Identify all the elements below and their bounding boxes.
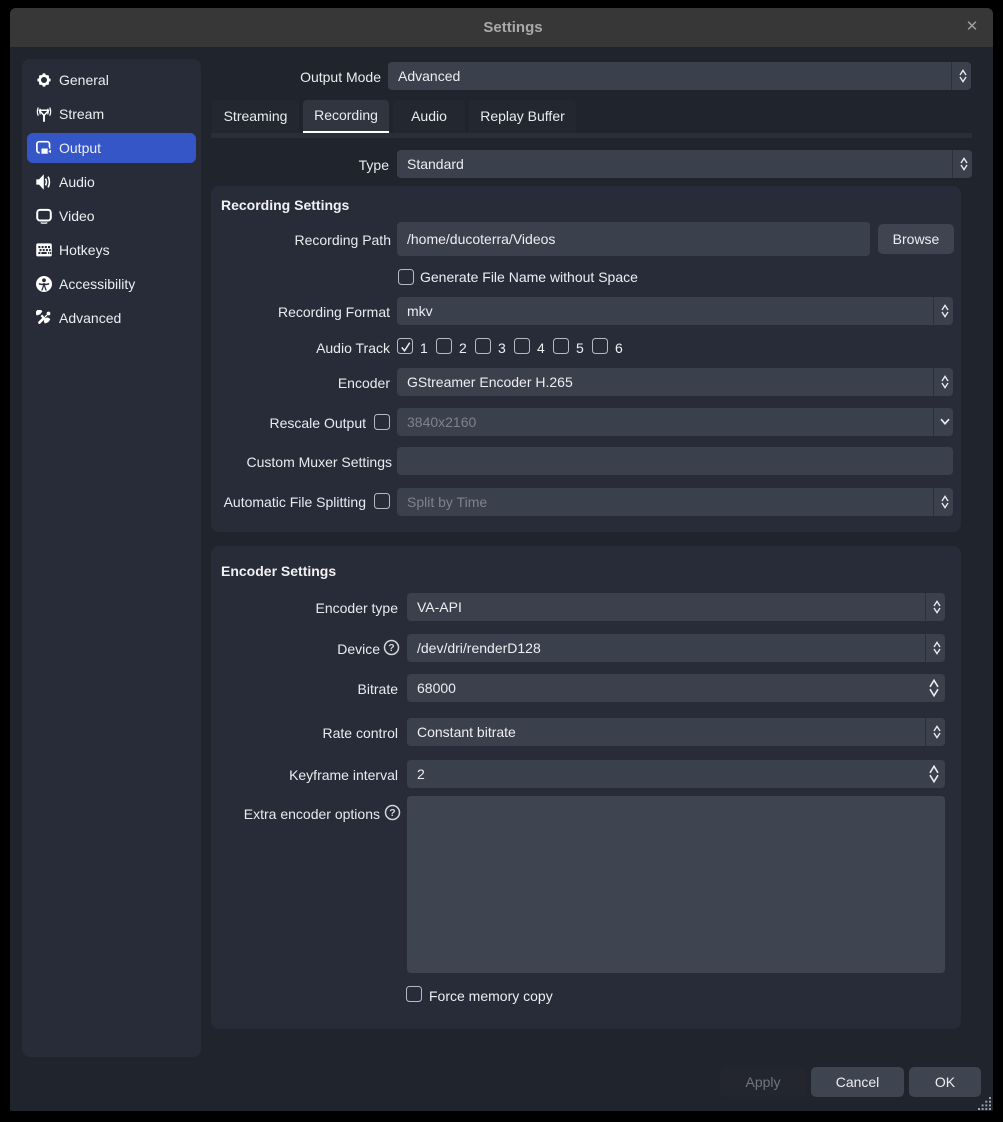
svg-text:?: ?: [389, 807, 395, 819]
svg-text:?: ?: [388, 642, 394, 654]
